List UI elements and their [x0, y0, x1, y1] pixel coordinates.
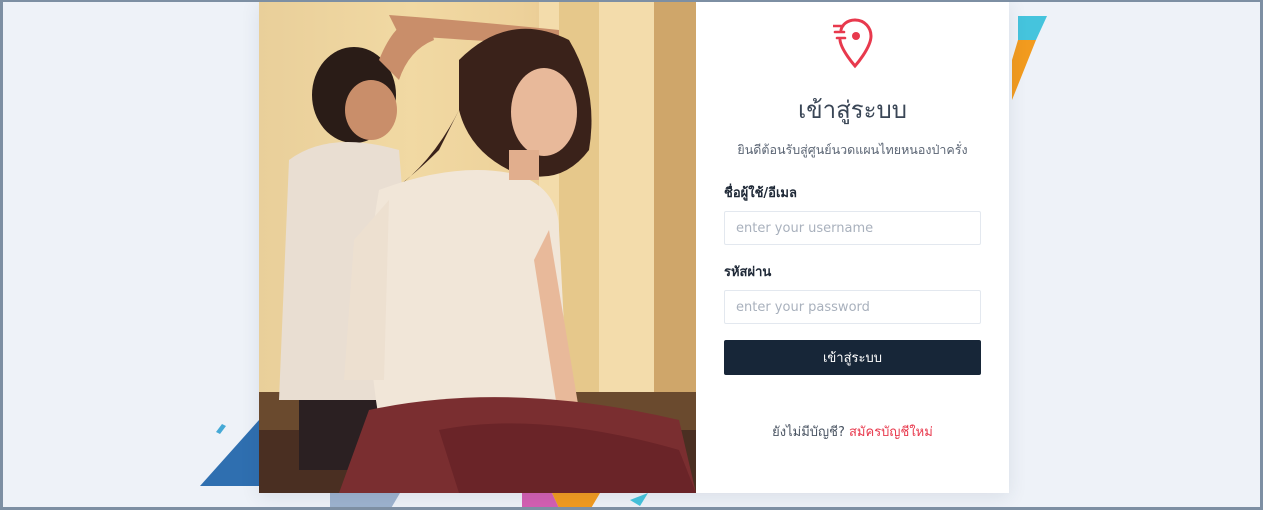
deco-shape-cyan-top	[1018, 16, 1047, 40]
username-input[interactable]	[724, 211, 981, 245]
massage-illustration	[259, 0, 696, 493]
signup-link[interactable]: สมัครบัญชีใหม่	[849, 425, 933, 440]
password-label: รหัสผ่าน	[724, 265, 772, 280]
page: { "login": { "title": "เข้าสู่ระบบ", "su…	[0, 0, 1263, 510]
location-pin-logo-icon	[832, 18, 873, 69]
massage-photo	[259, 0, 696, 493]
signup-prompt: ยังไม่มีบัญชี?	[772, 425, 845, 440]
password-input[interactable]	[724, 290, 981, 324]
deco-shape-blue-bottom	[330, 493, 400, 510]
page-title: เข้าสู่ระบบ	[798, 96, 907, 124]
deco-shape-teal-bottom	[630, 493, 648, 506]
login-form: เข้าสู่ระบบ ยินดีต้อนรับสู่ศูนย์นวดแผนไท…	[696, 0, 1009, 493]
login-button[interactable]: เข้าสู่ระบบ	[724, 340, 981, 375]
login-card: เข้าสู่ระบบ ยินดีต้อนรับสู่ศูนย์นวดแผนไท…	[259, 0, 1009, 493]
deco-shape-orange-bottom	[552, 493, 600, 510]
deco-shape-orange-right	[1012, 40, 1036, 100]
signup-row: ยังไม่มีบัญชี? สมัครบัญชีใหม่	[724, 421, 981, 442]
username-label: ชื่อผู้ใช้/อีเมล	[724, 186, 797, 201]
deco-shape-cyan-line	[216, 424, 226, 434]
welcome-subtitle: ยินดีต้อนรับสู่ศูนย์นวดแผนไทยหนองป่าครั่…	[737, 142, 968, 157]
deco-shape-blue-left	[200, 420, 259, 486]
